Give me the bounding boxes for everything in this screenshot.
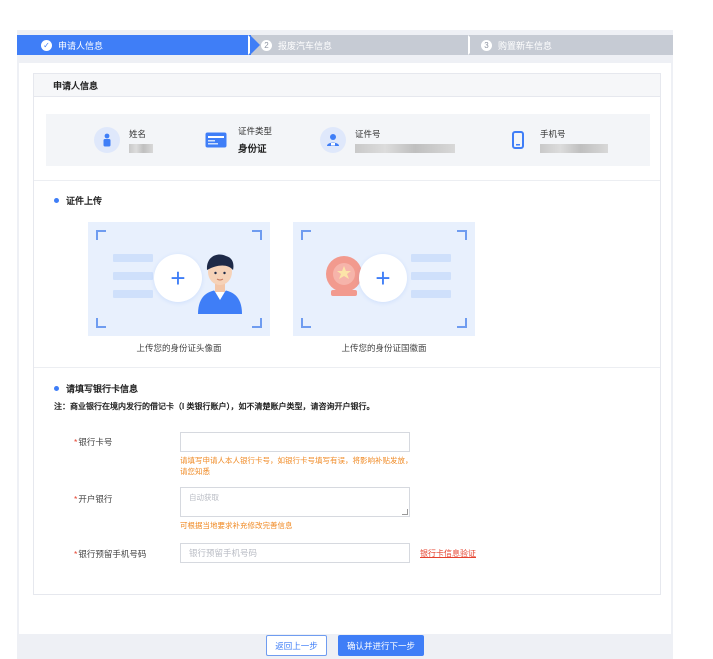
card-number-hint: 请填写申请人本人银行卡号，如银行卡号填写有误，将影响补贴发放，请您知悉 xyxy=(180,456,413,476)
name-label: 姓名 xyxy=(129,128,147,139)
info-id-number: 证件号 xyxy=(320,114,455,166)
info-name: 姓名 xyxy=(94,114,153,166)
frame-corner xyxy=(96,230,106,240)
bank-phone-label-text: 银行预留手机号码 xyxy=(78,549,147,559)
step-label: 申请人信息 xyxy=(58,40,104,51)
bank-phone-placeholder: 银行预留手机号码 xyxy=(189,548,258,558)
step-label: 报废汽车信息 xyxy=(278,40,333,51)
add-photo-icon: + xyxy=(154,254,202,302)
frame-corner xyxy=(252,318,262,328)
step-arrow-active xyxy=(250,35,260,55)
idno-label: 证件号 xyxy=(355,128,381,139)
placeholder-line xyxy=(411,272,451,280)
name-value-masked xyxy=(129,143,153,153)
check-icon: ✓ xyxy=(41,39,52,51)
step-label: 购置新车信息 xyxy=(498,40,553,51)
panel-title: 申请人信息 xyxy=(34,74,660,97)
bank-note: 注：商业银行在境内发行的借记卡（I 类银行账户），如不清楚账户类型，请咨询开户银… xyxy=(54,402,375,411)
page-frame: ✓ 申请人信息 2 报废汽车信息 3 购置新车信息 申请人信息 姓名 证件类型 … xyxy=(17,30,673,659)
idno-value-masked xyxy=(355,143,455,153)
frame-corner xyxy=(457,318,467,328)
placeholder-line xyxy=(411,254,451,262)
verify-bank-card-link[interactable]: 银行卡信息验证 xyxy=(420,548,476,559)
step-number: 2 xyxy=(261,39,272,51)
placeholder-line xyxy=(113,290,153,298)
idtype-label: 证件类型 xyxy=(238,126,273,136)
frame-corner xyxy=(96,318,106,328)
step-number: 3 xyxy=(481,39,492,51)
bank-name-hint: 可根据当地要求补充修改完善信息 xyxy=(180,521,293,530)
bullet-dot xyxy=(54,386,59,391)
frame-corner xyxy=(301,318,311,328)
form-card: 申请人信息 姓名 证件类型 身份证 证件号 手机号 证件上传 + 上传您的身份证… xyxy=(19,63,671,634)
bank-name-label: *开户银行 xyxy=(74,493,174,505)
bank-section-title: 请填写银行卡信息 xyxy=(54,382,138,395)
bank-name-placeholder: 自动获取 xyxy=(189,493,219,502)
required-mark: * xyxy=(74,494,78,504)
person-icon xyxy=(94,127,120,153)
placeholder-line xyxy=(113,272,153,280)
bank-phone-input[interactable]: 银行预留手机号码 xyxy=(180,543,410,563)
divider xyxy=(34,367,660,368)
user-badge-icon xyxy=(320,127,346,153)
frame-corner xyxy=(252,230,262,240)
idtype-value: 身份证 xyxy=(238,144,267,155)
phone-label: 手机号 xyxy=(540,128,566,139)
bullet-dot xyxy=(54,198,59,203)
info-id-type: 证件类型 身份证 xyxy=(203,114,272,166)
add-photo-icon: + xyxy=(359,254,407,302)
step-applicant-info[interactable]: ✓ 申请人信息 xyxy=(17,35,257,55)
step-arrow xyxy=(470,35,480,55)
upload-front-caption: 上传您的身份证头像面 xyxy=(136,343,222,353)
required-mark: * xyxy=(74,437,78,447)
resize-handle[interactable] xyxy=(402,509,408,515)
upload-id-back[interactable]: + xyxy=(293,222,475,336)
info-phone: 手机号 xyxy=(505,114,608,166)
placeholder-line xyxy=(411,290,451,298)
frame-corner xyxy=(457,230,467,240)
frame-corner xyxy=(301,230,311,240)
card-number-label-text: 银行卡号 xyxy=(78,437,113,447)
bank-name-label-text: 开户银行 xyxy=(78,494,113,504)
card-number-input[interactable] xyxy=(180,432,410,452)
step-progress: ✓ 申请人信息 2 报废汽车信息 3 购置新车信息 xyxy=(17,35,673,55)
footer-actions: 返回上一步 确认并进行下一步 xyxy=(17,635,673,659)
card-number-label: *银行卡号 xyxy=(74,436,174,448)
divider xyxy=(34,180,660,181)
id-card-icon xyxy=(203,127,229,153)
confirm-next-button[interactable]: 确认并进行下一步 xyxy=(338,635,424,656)
upload-section-title: 证件上传 xyxy=(54,194,102,207)
placeholder-line xyxy=(113,254,153,262)
step-scrapped-car-info[interactable]: 2 报废汽车信息 xyxy=(251,35,487,55)
back-button[interactable]: 返回上一步 xyxy=(266,635,327,656)
bank-phone-label: *银行预留手机号码 xyxy=(74,548,174,560)
upload-id-front[interactable]: + xyxy=(88,222,270,336)
bank-name-textarea[interactable]: 自动获取 xyxy=(180,487,410,517)
bank-section-title-text: 请填写银行卡信息 xyxy=(66,384,139,394)
required-mark: * xyxy=(74,549,78,559)
upload-back-caption: 上传您的身份证国徽面 xyxy=(341,343,427,353)
applicant-panel: 申请人信息 姓名 证件类型 身份证 证件号 手机号 证件上传 + 上传您的身份证… xyxy=(33,73,661,595)
mobile-phone-icon xyxy=(505,127,531,153)
step-new-car-info[interactable]: 3 购置新车信息 xyxy=(471,35,673,55)
upload-section-title-text: 证件上传 xyxy=(66,196,103,206)
applicant-summary: 姓名 证件类型 身份证 证件号 手机号 xyxy=(46,114,650,166)
phone-value-masked xyxy=(540,143,608,153)
